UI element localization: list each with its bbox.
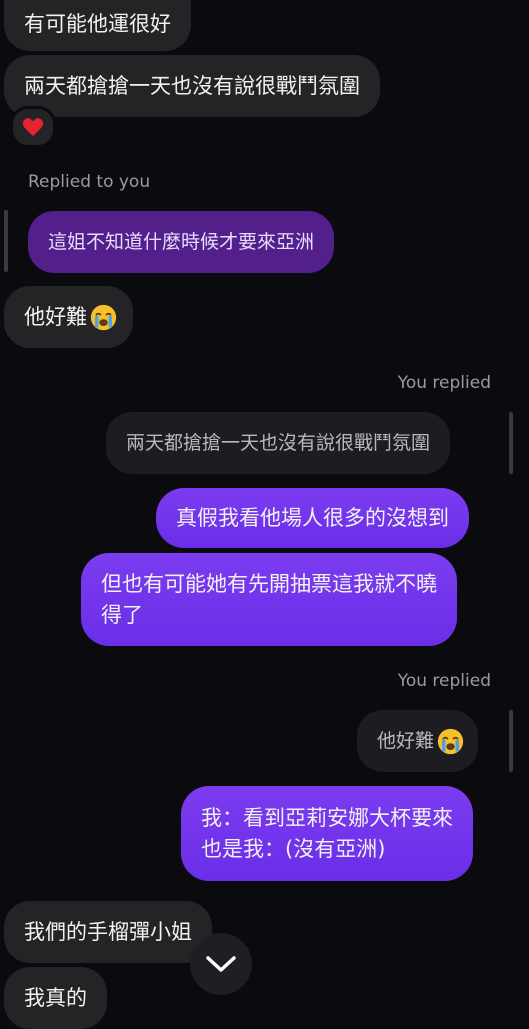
quoted-text: 他好難	[377, 729, 435, 752]
message-text: 但也有可能她有先開抽票這我就不曉	[101, 571, 437, 596]
message-text: 也是我：(沒有亞洲)	[201, 836, 386, 861]
message-text: 他好難	[24, 304, 87, 329]
scroll-to-bottom-button[interactable]	[190, 933, 252, 995]
loudly-crying-face-icon	[437, 728, 464, 754]
heart-icon	[22, 118, 44, 137]
incoming-message[interactable]: 他好難	[4, 286, 133, 348]
reply-label: You replied	[397, 373, 491, 393]
reply-label: You replied	[397, 671, 491, 691]
quoted-message[interactable]: 這姐不知道什麼時候才要來亞洲	[28, 211, 335, 273]
outgoing-message[interactable]: 我：看到亞莉安娜大杯要來 也是我：(沒有亞洲)	[181, 786, 473, 881]
quoted-message[interactable]: 兩天都搶搶一天也沒有說很戰鬥氛圍	[106, 412, 451, 474]
incoming-message[interactable]: 我真的	[4, 967, 107, 1029]
reply-label: Replied to you	[28, 172, 151, 192]
message-text: 我真的	[24, 985, 87, 1010]
incoming-message[interactable]: 兩天都搶搶一天也沒有說很戰鬥氛圍	[4, 55, 380, 117]
outgoing-message[interactable]: 真假我看他場人很多的沒想到	[156, 488, 469, 548]
reply-indicator-bar	[4, 210, 8, 272]
message-text: 有可能他運很好	[24, 12, 171, 36]
message-text: 我們的手榴彈小姐	[24, 919, 192, 944]
reaction-badge[interactable]	[10, 106, 56, 148]
chevron-down-icon	[206, 956, 236, 972]
incoming-message[interactable]: 我們的手榴彈小姐	[4, 901, 212, 963]
reply-indicator-bar	[509, 412, 513, 474]
quoted-text: 兩天都搶搶一天也沒有說很戰鬥氛圍	[126, 431, 431, 454]
message-text: 兩天都搶搶一天也沒有說很戰鬥氛圍	[24, 73, 360, 98]
message-text: 得了	[101, 602, 143, 627]
incoming-message[interactable]: 有可能他運很好	[4, 0, 191, 51]
reply-indicator-bar	[509, 710, 513, 772]
outgoing-message[interactable]: 但也有可能她有先開抽票這我就不曉 得了	[81, 553, 457, 646]
message-text: 我：看到亞莉安娜大杯要來	[201, 805, 453, 830]
quoted-message[interactable]: 他好難	[357, 710, 479, 772]
loudly-crying-face-icon	[90, 304, 117, 330]
message-text: 真假我看他場人很多的沒想到	[176, 505, 449, 530]
quoted-text: 這姐不知道什麼時候才要來亞洲	[48, 230, 315, 253]
